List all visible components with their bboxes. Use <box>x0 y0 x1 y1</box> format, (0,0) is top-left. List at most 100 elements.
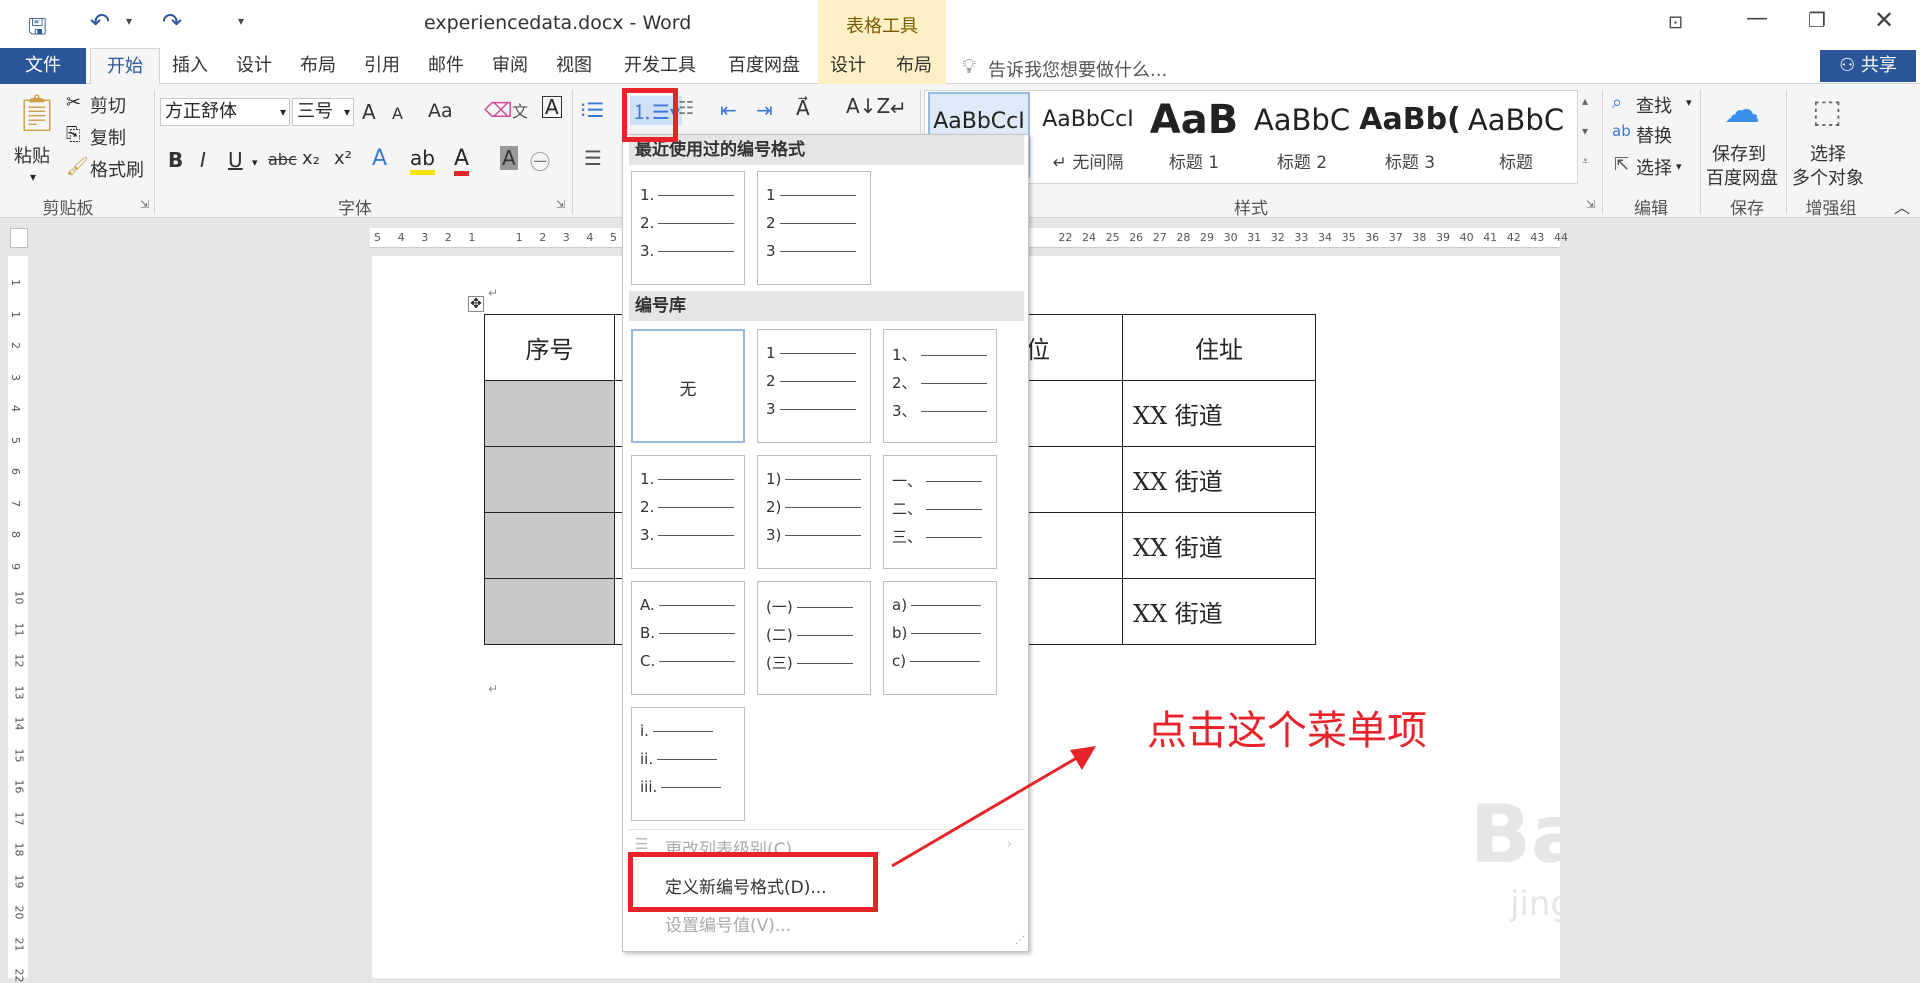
table-cell[interactable]: XX 街道 <box>1122 512 1316 579</box>
underline-button[interactable]: U <box>228 148 243 172</box>
undo-icon[interactable]: ↶ <box>90 8 110 36</box>
change-case-button[interactable]: Aa <box>428 100 453 122</box>
font-color-icon[interactable]: A <box>454 146 470 176</box>
style-no-spacing[interactable]: AaBbCcI ↵ 无间隔 <box>1036 92 1140 178</box>
numbering-tile-none[interactable]: 无 <box>631 329 745 443</box>
align-left-icon[interactable]: ☰ <box>584 146 602 170</box>
char-border-icon[interactable]: A <box>542 96 562 118</box>
styles-scroll-up-icon[interactable]: ▴ <box>1582 94 1588 108</box>
select-button[interactable]: 选择 <box>1636 154 1672 180</box>
bullets-icon[interactable]: ⁝☰ <box>580 98 604 122</box>
table-cell[interactable] <box>484 578 615 645</box>
tab-mailings[interactable]: 邮件 <box>420 48 472 84</box>
select-dropdown-icon[interactable]: ▾ <box>1676 160 1682 173</box>
sort-icon[interactable]: A↓Z <box>846 94 890 118</box>
tab-file[interactable]: 文件 <box>0 48 86 84</box>
shrink-font-button[interactable]: A <box>392 104 403 123</box>
italic-button[interactable]: I <box>200 148 206 172</box>
ribbon-display-icon[interactable]: ⊡ <box>1668 12 1683 33</box>
numbering-tile[interactable]: 1. 2. 3. <box>631 171 745 285</box>
tell-me-box[interactable]: 告诉我您想要做什么... <box>988 56 1167 82</box>
char-shading-icon[interactable]: A <box>500 146 518 170</box>
tab-review[interactable]: 审阅 <box>484 48 536 84</box>
close-icon[interactable]: ✕ <box>1874 6 1894 34</box>
font-size-combo[interactable]: 三号 ▾ <box>292 98 354 126</box>
vertical-ruler[interactable]: 1 1 2 3 4 5 6 7 8 9 10 11 12 13 14 15 16 17 18 19 20 21 22 <box>8 256 28 983</box>
table-cell[interactable]: XX 街道 <box>1122 578 1316 645</box>
clipboard-launcher-icon[interactable]: ⇲ <box>140 198 149 211</box>
numbering-tile[interactable]: 1. 2. 3. <box>631 455 745 569</box>
numbering-tile[interactable]: a) b) c) <box>883 581 997 695</box>
table-cell[interactable]: 住址 <box>1122 314 1316 381</box>
style-heading-2[interactable]: AaBbC 标题 2 <box>1250 92 1354 178</box>
undo-dropdown-icon[interactable]: ▾ <box>126 14 132 28</box>
select-objects-label-1[interactable]: 选择 <box>1810 140 1846 166</box>
copy-button[interactable]: 复制 <box>90 124 126 150</box>
replace-button[interactable]: 替换 <box>1636 122 1672 148</box>
cut-button[interactable]: 剪切 <box>90 92 126 118</box>
font-name-combo[interactable]: 方正舒体 ▾ <box>160 98 290 126</box>
multilevel-list-icon[interactable]: ☷ <box>678 98 694 119</box>
table-cell[interactable] <box>484 512 615 579</box>
tab-table-design[interactable]: 设计 <box>822 48 874 84</box>
table-cell[interactable]: 序号 <box>484 314 615 381</box>
numbering-tile[interactable]: i. ii. iii. <box>631 707 745 821</box>
tab-references[interactable]: 引用 <box>356 48 408 84</box>
style-title[interactable]: AaBbC 标题 <box>1466 92 1566 178</box>
chinese-layout-icon[interactable]: A⃗ <box>796 96 810 120</box>
clear-format-icon[interactable]: ⌫ <box>484 98 512 122</box>
minimize-icon[interactable]: — <box>1746 6 1768 31</box>
redo-icon[interactable]: ↷ <box>162 8 182 36</box>
styles-scroll-down-icon[interactable]: ▾ <box>1582 124 1588 138</box>
save-icon[interactable]: 🖫 <box>28 10 47 48</box>
tab-selector[interactable] <box>10 228 28 248</box>
tab-view[interactable]: 视图 <box>548 48 600 84</box>
decrease-indent-icon[interactable]: ⇤ <box>720 98 737 122</box>
enclose-char-icon[interactable]: ㊀ <box>530 146 550 175</box>
superscript-button[interactable]: x² <box>334 148 352 169</box>
underline-dropdown-icon[interactable]: ▾ <box>252 156 258 169</box>
bold-button[interactable]: B <box>168 148 183 172</box>
table-cell[interactable] <box>484 380 615 447</box>
save-to-label-2[interactable]: 百度网盘 <box>1706 164 1778 190</box>
paste-button[interactable]: 粘贴 <box>14 142 50 168</box>
tab-table-layout[interactable]: 布局 <box>888 48 940 84</box>
subscript-button[interactable]: x₂ <box>302 148 320 169</box>
numbering-tile[interactable]: 1、 2、 3、 <box>883 329 997 443</box>
table-cell[interactable]: XX 街道 <box>1122 380 1316 447</box>
strikethrough-button[interactable]: abc <box>268 150 297 169</box>
select-objects-label-2[interactable]: 多个对象 <box>1792 164 1864 190</box>
paste-icon[interactable]: 📋︎ <box>14 92 60 134</box>
save-to-label-1[interactable]: 保存到 <box>1712 140 1766 166</box>
font-launcher-icon[interactable]: ⇲ <box>556 198 565 211</box>
styles-more-icon[interactable]: ⩡ <box>1582 154 1589 169</box>
find-button[interactable]: 查找 <box>1636 92 1672 118</box>
find-dropdown-icon[interactable]: ▾ <box>1686 96 1692 109</box>
numbering-tile[interactable]: A. B. C. <box>631 581 745 695</box>
tab-insert[interactable]: 插入 <box>164 48 216 84</box>
numbering-tile[interactable]: 1 2 3 <box>757 329 871 443</box>
styles-launcher-icon[interactable]: ⇲ <box>1586 198 1595 211</box>
numbering-tile[interactable]: 1 2 3 <box>757 171 871 285</box>
increase-indent-icon[interactable]: ⇥ <box>756 98 773 122</box>
resize-grip-icon[interactable]: ⋰ <box>1015 935 1025 946</box>
customize-qat-icon[interactable]: ▾ <box>238 14 244 28</box>
share-button[interactable]: ⚇ 共享 <box>1820 50 1916 82</box>
tab-home[interactable]: 开始 <box>90 48 160 85</box>
style-heading-3[interactable]: AaBb( 标题 3 <box>1358 92 1462 178</box>
table-cell[interactable] <box>484 446 615 513</box>
tab-developer[interactable]: 开发工具 <box>618 48 702 84</box>
grow-font-button[interactable]: A <box>362 100 376 124</box>
phonetic-guide-icon[interactable]: 文 <box>512 98 528 122</box>
format-painter-button[interactable]: 格式刷 <box>90 156 144 182</box>
style-heading-1[interactable]: AaB 标题 1 <box>1144 92 1244 178</box>
paste-dropdown-icon[interactable]: ▾ <box>30 170 36 184</box>
collapse-ribbon-icon[interactable]: ︿ <box>1894 194 1910 218</box>
tab-design[interactable]: 设计 <box>228 48 280 84</box>
table-move-handle-icon[interactable]: ✥ <box>468 296 484 312</box>
restore-icon[interactable]: ❐ <box>1808 8 1826 32</box>
numbering-tile[interactable]: (一) (二) (三) <box>757 581 871 695</box>
numbering-tile[interactable]: 一、 二、 三、 <box>883 455 997 569</box>
highlight-icon[interactable]: ab <box>410 146 435 175</box>
numbering-tile[interactable]: 1) 2) 3) <box>757 455 871 569</box>
